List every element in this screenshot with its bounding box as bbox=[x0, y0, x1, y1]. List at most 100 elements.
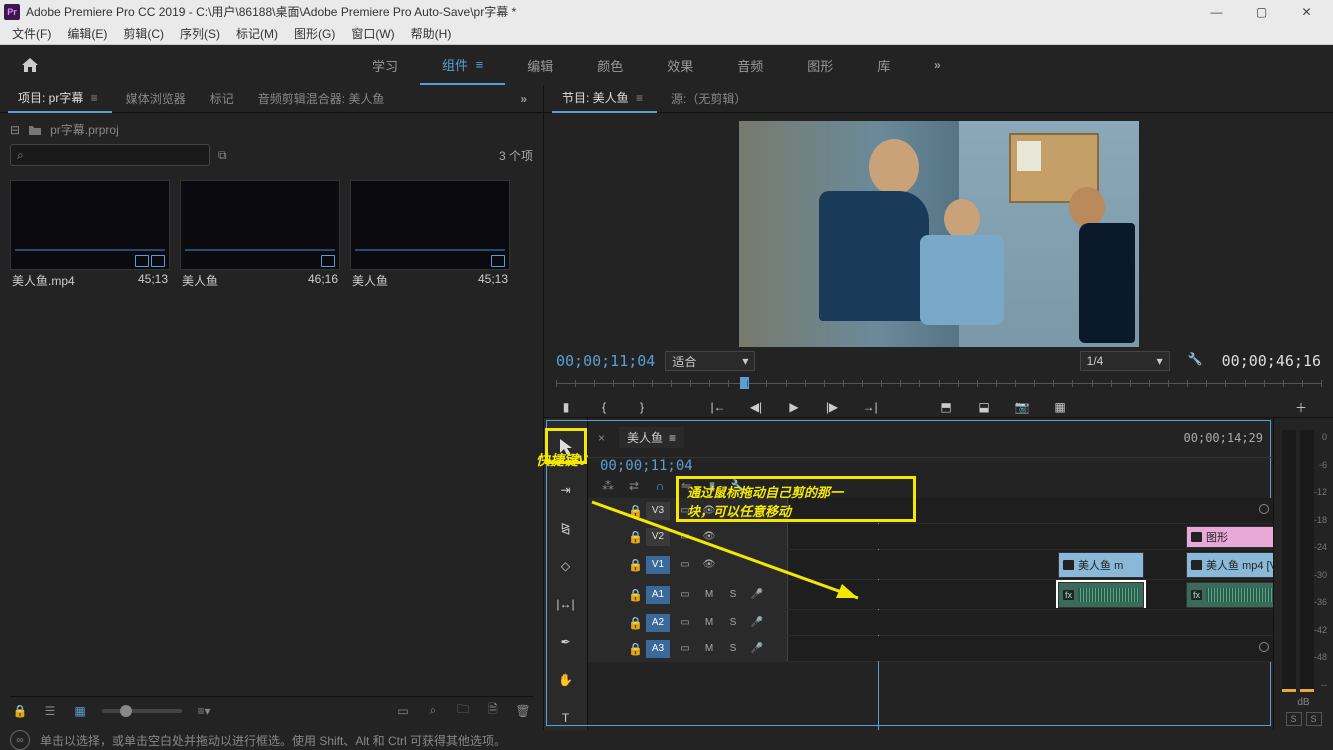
mark-in-button[interactable]: { bbox=[594, 397, 614, 417]
project-item[interactable]: 美人鱼46;16 bbox=[180, 180, 340, 291]
workspace-editing[interactable]: 编辑 bbox=[505, 45, 575, 85]
workspace-graphics[interactable]: 图形 bbox=[785, 45, 855, 85]
menu-clip[interactable]: 剪辑(C) bbox=[115, 25, 172, 42]
lock-icon[interactable]: 🔒 bbox=[628, 504, 640, 518]
settings-icon[interactable]: 🔧 bbox=[1188, 352, 1206, 370]
creative-cloud-icon[interactable]: ∞ bbox=[10, 730, 30, 750]
mark-out-button[interactable]: } bbox=[632, 397, 652, 417]
lock-write-icon[interactable]: 🔒 bbox=[12, 703, 28, 719]
new-item-button[interactable]: 🗎 bbox=[485, 703, 501, 719]
tab-audio-clip-mixer[interactable]: 音频剪辑混合器: 美人鱼 bbox=[248, 85, 395, 113]
timeline-clip-video-b[interactable]: fx美人鱼 mp4 [V] bbox=[1186, 552, 1273, 578]
project-item[interactable]: 美人鱼45;13 bbox=[350, 180, 510, 291]
find-icon[interactable]: ⌕ bbox=[425, 703, 441, 719]
button-editor-button[interactable]: ＋ bbox=[1291, 397, 1311, 417]
add-marker-button[interactable]: ▮ bbox=[556, 397, 576, 417]
list-view-icon[interactable]: ☰ bbox=[42, 703, 58, 719]
export-frame-button[interactable]: 📷 bbox=[1012, 397, 1032, 417]
extract-button[interactable]: ⬓ bbox=[974, 397, 994, 417]
timeline-tracks[interactable]: 🔒V3▭👁 🔒V2▭👁 fx图形 🔒V1▭👁 fx美人鱼 m fx美人鱼 mp4… bbox=[588, 498, 1273, 730]
pen-tool[interactable]: ✒ bbox=[552, 630, 580, 654]
lift-button[interactable]: ⬒ bbox=[936, 397, 956, 417]
clip-thumbnail[interactable] bbox=[350, 180, 510, 270]
thumb-size-slider[interactable] bbox=[102, 709, 182, 713]
track-header-a3[interactable]: 🔒A3▭MS🎤 bbox=[588, 636, 788, 661]
timeline-clip-graphics[interactable]: fx图形 bbox=[1186, 526, 1273, 548]
workspace-libraries[interactable]: 库 bbox=[855, 45, 912, 85]
track-header-a1[interactable]: 🔒A1▭MS🎤 bbox=[588, 580, 788, 609]
solo-left-button[interactable]: S bbox=[1286, 712, 1302, 726]
window-minimize-button[interactable]: — bbox=[1194, 0, 1239, 23]
snap-icon[interactable]: ∩ bbox=[652, 478, 668, 494]
fit-dropdown[interactable]: 适合▾ bbox=[665, 351, 755, 371]
new-bin-icon[interactable]: ⧉ bbox=[218, 148, 227, 163]
menu-edit[interactable]: 编辑(E) bbox=[59, 25, 115, 42]
clip-thumbnail[interactable] bbox=[180, 180, 340, 270]
icon-view-icon[interactable]: ▦ bbox=[72, 703, 88, 719]
tab-media-browser[interactable]: 媒体浏览器 bbox=[116, 85, 196, 113]
timeline-clip-audio-b[interactable]: fx bbox=[1186, 582, 1273, 608]
nested-seq-icon[interactable]: ⁂ bbox=[600, 478, 616, 494]
workspace-learn[interactable]: 学习 bbox=[350, 45, 420, 85]
menu-help[interactable]: 帮助(H) bbox=[403, 25, 460, 42]
new-bin-button[interactable]: 🗀 bbox=[455, 703, 471, 719]
track-header-v2[interactable]: 🔒V2▭👁 bbox=[588, 524, 788, 549]
home-button[interactable] bbox=[10, 45, 50, 85]
workspace-effects[interactable]: 效果 bbox=[645, 45, 715, 85]
sequence-tab[interactable]: 美人鱼≡ bbox=[619, 427, 684, 448]
window-maximize-button[interactable]: ▢ bbox=[1239, 0, 1284, 23]
workspace-menu-icon[interactable]: ≡ bbox=[472, 57, 483, 72]
menu-file[interactable]: 文件(F) bbox=[4, 25, 59, 42]
timeline-clip-audio-a[interactable]: fx bbox=[1058, 582, 1144, 608]
solo-right-button[interactable]: S bbox=[1306, 712, 1322, 726]
track-select-tool[interactable]: ⇥ bbox=[552, 478, 580, 502]
tab-source-monitor[interactable]: 源:（无剪辑） bbox=[661, 85, 756, 113]
sort-icon[interactable]: ≡▾ bbox=[196, 703, 212, 719]
go-to-out-button[interactable]: →| bbox=[860, 397, 880, 417]
mic-icon[interactable]: 🎤 bbox=[748, 588, 766, 602]
type-tool[interactable]: T bbox=[552, 706, 580, 730]
step-forward-button[interactable]: |▶ bbox=[822, 397, 842, 417]
razor-tool[interactable]: ◇ bbox=[552, 554, 580, 578]
workspace-color[interactable]: 颜色 bbox=[575, 45, 645, 85]
slip-tool[interactable]: |↔| bbox=[552, 592, 580, 616]
keyframe-diamond-icon[interactable] bbox=[1259, 504, 1269, 514]
workspace-overflow[interactable]: » bbox=[922, 58, 952, 72]
delete-button[interactable]: 🗑 bbox=[515, 703, 531, 719]
comparison-view-button[interactable]: ▦ bbox=[1050, 397, 1070, 417]
menu-graphics[interactable]: 图形(G) bbox=[286, 25, 343, 42]
timeline-close-tab[interactable]: × bbox=[598, 431, 605, 445]
ripple-edit-tool[interactable]: ⧎ bbox=[552, 516, 580, 540]
tab-markers[interactable]: 标记 bbox=[200, 85, 244, 113]
hand-tool[interactable]: ✋ bbox=[552, 668, 580, 692]
go-to-in-button[interactable]: |← bbox=[708, 397, 728, 417]
window-close-button[interactable]: ✕ bbox=[1284, 0, 1329, 23]
menu-sequence[interactable]: 序列(S) bbox=[172, 25, 228, 42]
track-header-v1[interactable]: 🔒V1▭👁 bbox=[588, 550, 788, 579]
auto-match-icon[interactable]: ▭ bbox=[395, 703, 411, 719]
track-header-a2[interactable]: 🔒A2▭MS🎤 bbox=[588, 610, 788, 635]
clip-thumbnail[interactable] bbox=[10, 180, 170, 270]
menu-window[interactable]: 窗口(W) bbox=[343, 25, 402, 42]
tab-program-monitor[interactable]: 节目: 美人鱼 ≡ bbox=[552, 85, 657, 113]
panel-menu-icon[interactable]: ≡ bbox=[83, 91, 101, 105]
tab-project[interactable]: 项目: pr字幕 ≡ bbox=[8, 85, 112, 113]
step-back-button[interactable]: ◀| bbox=[746, 397, 766, 417]
insert-mode-icon[interactable]: ⇄ bbox=[626, 478, 642, 494]
zoom-dropdown[interactable]: 1/4▾ bbox=[1080, 351, 1170, 371]
search-icon: ⌕ bbox=[17, 148, 24, 163]
program-timecode-in[interactable]: 00;00;11;04 bbox=[556, 352, 655, 370]
project-breadcrumb[interactable]: ⊟ pr字幕.prproj bbox=[10, 119, 533, 144]
timeline-clip-video-a[interactable]: fx美人鱼 m bbox=[1058, 552, 1144, 578]
bin-back-icon[interactable]: ⊟ bbox=[10, 123, 20, 137]
panel-overflow[interactable]: » bbox=[512, 92, 535, 106]
timeline-timecode[interactable]: 00;00;11;04 bbox=[600, 458, 693, 474]
program-video-viewport[interactable] bbox=[739, 121, 1139, 347]
program-scrub-bar[interactable] bbox=[556, 375, 1321, 393]
workspace-audio[interactable]: 音频 bbox=[715, 45, 785, 85]
project-search-input[interactable]: ⌕ bbox=[10, 144, 210, 166]
menu-marker[interactable]: 标记(M) bbox=[228, 25, 286, 42]
project-item[interactable]: 美人鱼.mp445;13 bbox=[10, 180, 170, 291]
play-button[interactable]: ▶ bbox=[784, 397, 804, 417]
workspace-assembly[interactable]: 组件 ≡ bbox=[420, 45, 505, 85]
